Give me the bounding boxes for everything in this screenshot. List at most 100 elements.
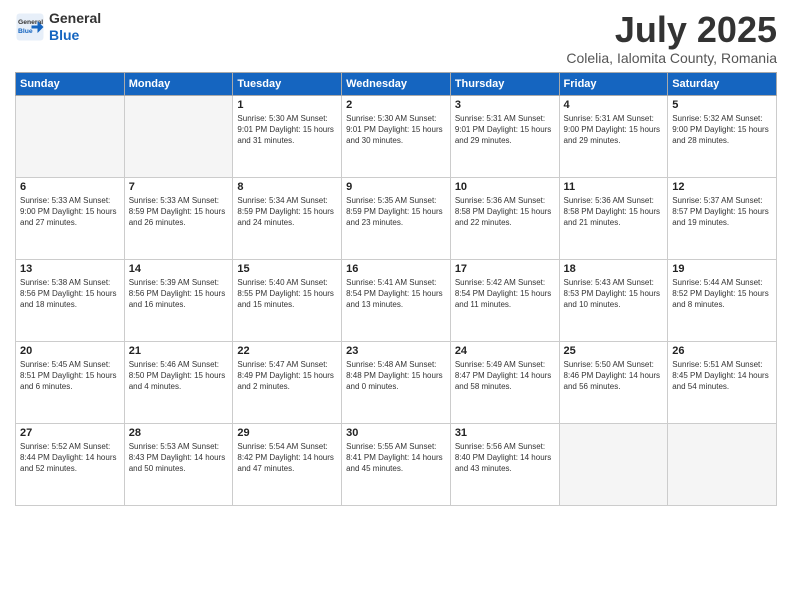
calendar-cell [124,95,233,177]
calendar-cell: 21 Sunrise: 5:46 AM Sunset: 8:50 PM Dayli… [124,341,233,423]
day-info: Sunrise: 5:53 AM Sunset: 8:43 PM Dayligh… [129,441,229,475]
day-number: 18 [564,263,664,275]
calendar-cell: 2 Sunrise: 5:30 AM Sunset: 9:01 PM Daylig… [342,95,451,177]
logo-blue: Blue [49,27,101,44]
calendar-cell: 20 Sunrise: 5:45 AM Sunset: 8:51 PM Dayli… [16,341,125,423]
day-number: 13 [20,263,120,275]
calendar-cell: 15Sunrise: 5:40 AM Sunset: 8:55 PM Dayli… [233,259,342,341]
day-info: Sunrise: 5:44 AM Sunset: 8:52 PM Dayligh… [672,277,772,311]
day-number: 5 [672,99,772,111]
day-info: Sunrise: 5:31 AM Sunset: 9:01 PM Dayligh… [455,113,555,147]
calendar-cell [668,423,777,505]
day-number: 4 [564,99,664,111]
calendar-cell: 25 Sunrise: 5:50 AM Sunset: 8:46 PM Dayli… [559,341,668,423]
day-info: Sunrise: 5:56 AM Sunset: 8:40 PM Dayligh… [455,441,555,475]
calendar-cell: 10 Sunrise: 5:36 AM Sunset: 8:58 PM Dayli… [450,177,559,259]
day-info: Sunrise: 5:55 AM Sunset: 8:41 PM Dayligh… [346,441,446,475]
calendar-cell: 27Sunrise: 5:52 AM Sunset: 8:44 PM Dayli… [16,423,125,505]
week-row-3: 20 Sunrise: 5:45 AM Sunset: 8:51 PM Dayli… [16,341,777,423]
day-number: 24 [455,345,555,357]
calendar-cell: 19 Sunrise: 5:44 AM Sunset: 8:52 PM Dayli… [668,259,777,341]
day-number: 30 [346,427,446,439]
day-number: 9 [346,181,446,193]
weekday-header-thursday: Thursday [450,72,559,95]
day-info: Sunrise: 5:49 AM Sunset: 8:47 PM Dayligh… [455,359,555,393]
calendar-cell: 6 Sunrise: 5:33 AM Sunset: 9:00 PM Daylig… [16,177,125,259]
day-number: 12 [672,181,772,193]
day-info: Sunrise: 5:34 AM Sunset: 8:59 PM Dayligh… [237,195,337,229]
weekday-header-saturday: Saturday [668,72,777,95]
day-number: 6 [20,181,120,193]
day-number: 29 [237,427,337,439]
calendar-cell: 3Sunrise: 5:31 AM Sunset: 9:01 PM Daylig… [450,95,559,177]
location: Colelia, Ialomita County, Romania [566,50,777,66]
calendar-cell: 23Sunrise: 5:48 AM Sunset: 8:48 PM Dayli… [342,341,451,423]
week-row-2: 13 Sunrise: 5:38 AM Sunset: 8:56 PM Dayli… [16,259,777,341]
calendar-cell: 14 Sunrise: 5:39 AM Sunset: 8:56 PM Dayli… [124,259,233,341]
day-info: Sunrise: 5:37 AM Sunset: 8:57 PM Dayligh… [672,195,772,229]
day-number: 8 [237,181,337,193]
day-number: 20 [20,345,120,357]
weekday-header-wednesday: Wednesday [342,72,451,95]
month-title: July 2025 [566,10,777,50]
day-number: 19 [672,263,772,275]
day-number: 28 [129,427,229,439]
day-number: 15 [237,263,337,275]
day-info: Sunrise: 5:52 AM Sunset: 8:44 PM Dayligh… [20,441,120,475]
day-number: 14 [129,263,229,275]
calendar-cell: 18Sunrise: 5:43 AM Sunset: 8:53 PM Dayli… [559,259,668,341]
calendar-cell: 5 Sunrise: 5:32 AM Sunset: 9:00 PM Daylig… [668,95,777,177]
day-info: Sunrise: 5:32 AM Sunset: 9:00 PM Dayligh… [672,113,772,147]
calendar-cell: 29 Sunrise: 5:54 AM Sunset: 8:42 PM Dayli… [233,423,342,505]
day-info: Sunrise: 5:46 AM Sunset: 8:50 PM Dayligh… [129,359,229,393]
day-info: Sunrise: 5:54 AM Sunset: 8:42 PM Dayligh… [237,441,337,475]
calendar-cell: 30 Sunrise: 5:55 AM Sunset: 8:41 PM Dayli… [342,423,451,505]
day-info: Sunrise: 5:38 AM Sunset: 8:56 PM Dayligh… [20,277,120,311]
day-number: 2 [346,99,446,111]
weekday-header-friday: Friday [559,72,668,95]
day-info: Sunrise: 5:45 AM Sunset: 8:51 PM Dayligh… [20,359,120,393]
calendar-cell: 4 Sunrise: 5:31 AM Sunset: 9:00 PM Daylig… [559,95,668,177]
calendar-cell [16,95,125,177]
day-info: Sunrise: 5:30 AM Sunset: 9:01 PM Dayligh… [237,113,337,147]
day-number: 10 [455,181,555,193]
calendar-cell: 31Sunrise: 5:56 AM Sunset: 8:40 PM Dayli… [450,423,559,505]
day-info: Sunrise: 5:33 AM Sunset: 8:59 PM Dayligh… [129,195,229,229]
day-number: 1 [237,99,337,111]
day-info: Sunrise: 5:36 AM Sunset: 8:58 PM Dayligh… [455,195,555,229]
weekday-header-monday: Monday [124,72,233,95]
calendar-cell: 28 Sunrise: 5:53 AM Sunset: 8:43 PM Dayli… [124,423,233,505]
logo-text: General Blue [49,10,101,44]
calendar-cell: 11Sunrise: 5:36 AM Sunset: 8:58 PM Dayli… [559,177,668,259]
calendar-cell: 13 Sunrise: 5:38 AM Sunset: 8:56 PM Dayli… [16,259,125,341]
logo-general: General [49,10,101,27]
day-info: Sunrise: 5:48 AM Sunset: 8:48 PM Dayligh… [346,359,446,393]
logo: General Blue General Blue [15,10,101,44]
calendar-cell: 9 Sunrise: 5:35 AM Sunset: 8:59 PM Daylig… [342,177,451,259]
svg-text:Blue: Blue [18,28,33,35]
weekday-header-sunday: Sunday [16,72,125,95]
calendar-cell: 7Sunrise: 5:33 AM Sunset: 8:59 PM Daylig… [124,177,233,259]
day-number: 26 [672,345,772,357]
day-number: 11 [564,181,664,193]
day-number: 17 [455,263,555,275]
weekday-header-tuesday: Tuesday [233,72,342,95]
weekday-header-row: SundayMondayTuesdayWednesdayThursdayFrid… [16,72,777,95]
day-info: Sunrise: 5:50 AM Sunset: 8:46 PM Dayligh… [564,359,664,393]
calendar-cell: 26Sunrise: 5:51 AM Sunset: 8:45 PM Dayli… [668,341,777,423]
logo-icon: General Blue [15,12,45,42]
day-info: Sunrise: 5:31 AM Sunset: 9:00 PM Dayligh… [564,113,664,147]
day-number: 25 [564,345,664,357]
calendar-cell [559,423,668,505]
week-row-4: 27Sunrise: 5:52 AM Sunset: 8:44 PM Dayli… [16,423,777,505]
day-info: Sunrise: 5:39 AM Sunset: 8:56 PM Dayligh… [129,277,229,311]
calendar-cell: 8 Sunrise: 5:34 AM Sunset: 8:59 PM Daylig… [233,177,342,259]
day-info: Sunrise: 5:30 AM Sunset: 9:01 PM Dayligh… [346,113,446,147]
day-number: 21 [129,345,229,357]
week-row-1: 6 Sunrise: 5:33 AM Sunset: 9:00 PM Daylig… [16,177,777,259]
day-info: Sunrise: 5:35 AM Sunset: 8:59 PM Dayligh… [346,195,446,229]
calendar-cell: 22Sunrise: 5:47 AM Sunset: 8:49 PM Dayli… [233,341,342,423]
day-number: 16 [346,263,446,275]
day-info: Sunrise: 5:33 AM Sunset: 9:00 PM Dayligh… [20,195,120,229]
day-info: Sunrise: 5:41 AM Sunset: 8:54 PM Dayligh… [346,277,446,311]
